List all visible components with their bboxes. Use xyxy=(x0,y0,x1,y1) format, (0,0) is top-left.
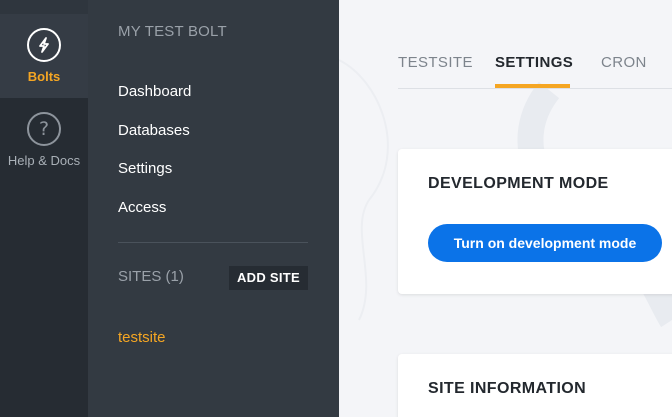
help-icon: ? xyxy=(27,112,61,146)
active-tab-indicator xyxy=(495,84,570,88)
nav-item-access[interactable]: Access xyxy=(118,198,191,237)
rail-item-bolts[interactable]: Bolts xyxy=(0,14,88,98)
card-title: SITE INFORMATION xyxy=(428,380,587,397)
bolt-icon xyxy=(27,28,61,62)
main-content: TESTSITE SETTINGS CRON DEVELOPMENT MODE … xyxy=(339,0,672,417)
panel-divider xyxy=(118,242,308,243)
site-link-testsite[interactable]: testsite xyxy=(118,329,166,346)
nav-item-databases[interactable]: Databases xyxy=(118,121,191,160)
app-rail: Bolts ? Help & Docs xyxy=(0,0,88,417)
tab-bar: TESTSITE SETTINGS CRON xyxy=(398,52,672,89)
nav-item-dashboard[interactable]: Dashboard xyxy=(118,82,191,121)
bolt-side-panel: MY TEST BOLT Dashboard Databases Setting… xyxy=(88,0,339,417)
card-title: DEVELOPMENT MODE xyxy=(428,175,609,192)
rail-top-strip xyxy=(0,0,88,14)
site-information-card: SITE INFORMATION xyxy=(398,354,672,417)
sites-heading: SITES (1) xyxy=(118,268,184,285)
development-mode-card: DEVELOPMENT MODE Turn on development mod… xyxy=(398,149,672,294)
turn-on-dev-mode-button[interactable]: Turn on development mode xyxy=(428,224,662,262)
panel-title: MY TEST BOLT xyxy=(118,23,227,40)
nav-item-settings[interactable]: Settings xyxy=(118,159,191,198)
tab-testsite[interactable]: TESTSITE xyxy=(398,54,473,71)
tab-cron[interactable]: CRON xyxy=(601,54,647,71)
add-site-button[interactable]: ADD SITE xyxy=(229,266,308,290)
panel-nav: Dashboard Databases Settings Access xyxy=(118,82,191,236)
rail-item-help[interactable]: ? Help & Docs xyxy=(0,98,88,182)
tab-settings[interactable]: SETTINGS xyxy=(495,54,573,71)
rail-item-label: Help & Docs xyxy=(7,153,81,168)
rail-item-label: Bolts xyxy=(27,69,61,84)
